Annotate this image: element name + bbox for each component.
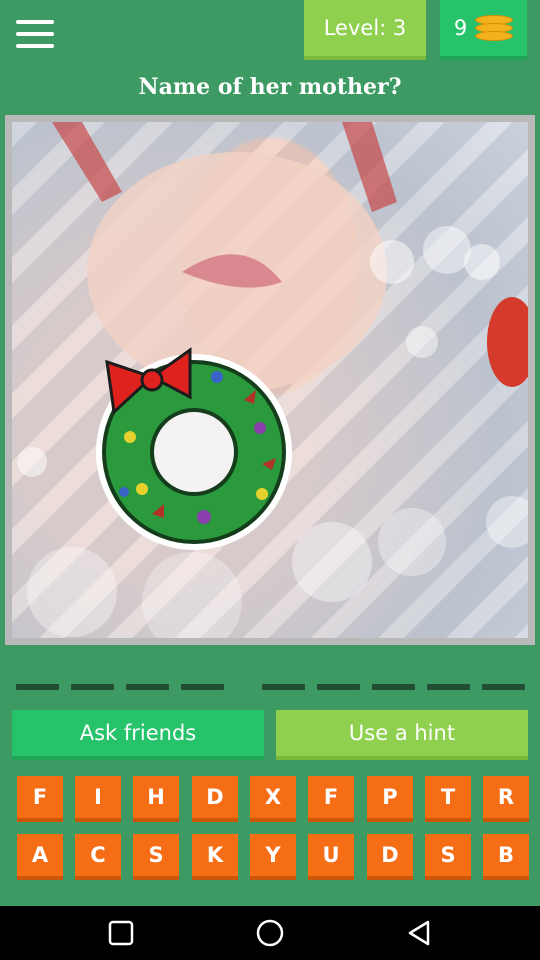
answer-slots [0,684,540,690]
puzzle-photo [5,115,535,645]
question-text: Name of her mother? [138,74,402,100]
letter-tile[interactable]: I [75,776,121,822]
letter-tile[interactable]: P [367,776,413,822]
letter-tile[interactable]: D [367,834,413,880]
answer-slot[interactable] [317,684,360,690]
answer-slot[interactable] [71,684,114,690]
letter-tile[interactable]: K [192,834,238,880]
letter-tile[interactable]: C [75,834,121,880]
triangle-back-icon[interactable] [404,918,434,948]
circle-home-icon[interactable] [255,918,285,948]
use-hint-label: Use a hint [348,721,456,745]
answer-slot[interactable] [482,684,525,690]
answer-slot[interactable] [372,684,415,690]
letter-tile[interactable]: D [192,776,238,822]
answer-slot[interactable] [181,684,224,690]
coins-count: 9 [453,16,468,40]
ask-friends-button[interactable]: Ask friends [12,710,264,760]
level-badge: Level: 3 [304,0,426,60]
level-label: Level: 3 [323,16,407,40]
answer-slot[interactable] [262,684,305,690]
top-bar: Level: 3 9 [0,0,540,64]
letter-tile[interactable]: S [425,834,471,880]
letter-tile[interactable]: H [133,776,179,822]
system-navigation-bar [0,906,540,960]
letter-tile[interactable]: A [17,834,63,880]
coin-balance-button[interactable]: 9 [440,0,527,60]
letter-tile[interactable]: S [133,834,179,880]
hamburger-menu-icon[interactable] [16,20,54,52]
letter-tile[interactable]: B [483,834,529,880]
answer-slot[interactable] [126,684,169,690]
letter-tile[interactable]: F [308,776,354,822]
photo-illustration [17,122,528,638]
letter-tile[interactable]: T [425,776,471,822]
answer-slot[interactable] [16,684,59,690]
letter-tile[interactable]: F [17,776,63,822]
letter-tile[interactable]: R [483,776,529,822]
ask-friends-label: Ask friends [79,721,197,745]
square-recent-icon[interactable] [106,918,136,948]
letter-tile[interactable]: U [308,834,354,880]
use-hint-button[interactable]: Use a hint [276,710,528,760]
answer-slot[interactable] [427,684,470,690]
coin-stack-icon [475,15,514,41]
letter-tile[interactable]: Y [250,834,296,880]
letter-tile[interactable]: X [250,776,296,822]
